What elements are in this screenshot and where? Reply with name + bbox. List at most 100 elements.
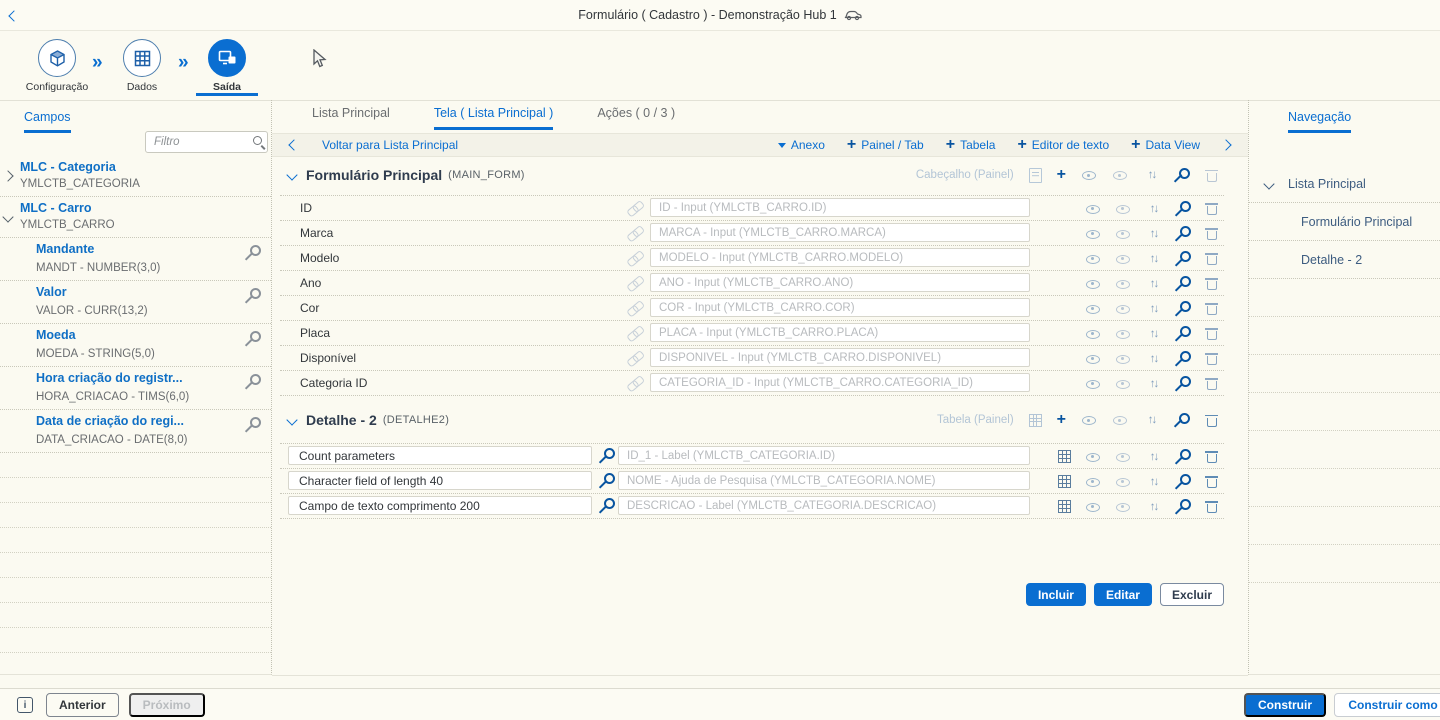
tree-field-mandante[interactable]: Mandante MANDT - NUMBER(3,0) xyxy=(0,238,271,281)
wrench-icon[interactable] xyxy=(600,473,615,488)
field-binding-input[interactable] xyxy=(650,348,1030,367)
info-icon[interactable] xyxy=(17,697,33,713)
link-icon[interactable] xyxy=(624,372,647,394)
key-icon[interactable] xyxy=(1176,474,1191,489)
visibility-icon[interactable] xyxy=(1085,377,1101,391)
move-icon[interactable] xyxy=(1145,450,1162,464)
wrench-icon[interactable] xyxy=(246,417,261,432)
move-icon[interactable] xyxy=(1145,327,1162,341)
move-icon[interactable] xyxy=(1145,352,1162,366)
visibility-alt-icon[interactable] xyxy=(1112,413,1128,427)
delete-icon[interactable] xyxy=(1205,201,1219,216)
move-icon[interactable] xyxy=(1145,302,1162,316)
key-icon[interactable] xyxy=(1176,376,1191,391)
add-editor-texto-button[interactable]: Editor de texto xyxy=(1017,138,1109,152)
add-painel-tab-button[interactable]: Painel / Tab xyxy=(847,138,924,152)
link-icon[interactable] xyxy=(624,197,647,219)
excluir-button[interactable]: Excluir xyxy=(1160,583,1224,606)
tree-node-carro[interactable]: MLC - Carro YMLCTB_CARRO xyxy=(0,197,271,238)
toolbar-back-icon[interactable] xyxy=(290,138,298,152)
visibility-icon[interactable] xyxy=(1085,475,1101,489)
table-column-icon[interactable] xyxy=(1058,450,1071,463)
visibility-icon[interactable] xyxy=(1085,352,1101,366)
tree-field-valor[interactable]: Valor VALOR - CURR(13,2) xyxy=(0,281,271,324)
key-icon[interactable] xyxy=(1176,251,1191,266)
key-icon[interactable] xyxy=(1176,499,1191,514)
move-icon[interactable] xyxy=(1145,277,1162,291)
expand-icon[interactable] xyxy=(4,169,12,183)
incluir-button[interactable]: Incluir xyxy=(1026,583,1086,606)
key-icon[interactable] xyxy=(1175,168,1190,183)
move-icon[interactable] xyxy=(1145,500,1162,514)
visibility-icon[interactable] xyxy=(1081,413,1097,427)
nav-item-lista-principal[interactable]: Lista Principal xyxy=(1249,165,1440,203)
field-binding-input[interactable] xyxy=(650,298,1030,317)
visibility-icon[interactable] xyxy=(1085,302,1101,316)
add-icon[interactable] xyxy=(1057,413,1066,427)
delete-icon[interactable] xyxy=(1205,351,1219,366)
tree-field-hora-criacao[interactable]: Hora criação do registr... HORA_CRIACAO … xyxy=(0,367,271,410)
field-binding-input[interactable] xyxy=(650,373,1030,392)
nav-item-detalhe-2[interactable]: Detalhe - 2 xyxy=(1249,241,1440,279)
field-binding-input[interactable] xyxy=(618,446,1030,465)
table-column-icon[interactable] xyxy=(1058,475,1071,488)
link-icon[interactable] xyxy=(624,222,647,244)
move-icon[interactable] xyxy=(1145,227,1162,241)
field-binding-input[interactable] xyxy=(650,198,1030,217)
back-to-list-link[interactable]: Voltar para Lista Principal xyxy=(322,138,458,152)
field-label-box[interactable]: Count parameters xyxy=(288,446,592,465)
delete-icon[interactable] xyxy=(1205,449,1219,464)
field-binding-input[interactable] xyxy=(618,471,1030,490)
editar-button[interactable]: Editar xyxy=(1094,583,1152,606)
field-binding-input[interactable] xyxy=(618,496,1030,515)
tab-tela-lista-principal[interactable]: Tela ( Lista Principal ) xyxy=(434,106,554,130)
add-tabela-button[interactable]: Tabela xyxy=(946,138,996,152)
visibility-alt-icon[interactable] xyxy=(1115,202,1131,216)
visibility-icon[interactable] xyxy=(1085,252,1101,266)
wrench-icon[interactable] xyxy=(246,288,261,303)
wrench-icon[interactable] xyxy=(600,498,615,513)
collapse-icon[interactable] xyxy=(288,168,296,182)
construir-button[interactable]: Construir xyxy=(1244,693,1326,717)
visibility-icon[interactable] xyxy=(1085,450,1101,464)
anexo-menu[interactable]: Anexo xyxy=(778,138,825,152)
add-data-view-button[interactable]: Data View xyxy=(1131,138,1200,152)
visibility-alt-icon[interactable] xyxy=(1115,352,1131,366)
move-icon[interactable] xyxy=(1145,252,1162,266)
key-icon[interactable] xyxy=(1176,276,1191,291)
add-icon[interactable] xyxy=(1057,168,1066,182)
proximo-button[interactable]: Próximo xyxy=(129,693,205,717)
collapse-icon[interactable] xyxy=(1265,177,1273,191)
search-icon[interactable] xyxy=(252,135,267,150)
visibility-alt-icon[interactable] xyxy=(1115,475,1131,489)
delete-icon[interactable] xyxy=(1205,474,1219,489)
wrench-icon[interactable] xyxy=(246,374,261,389)
key-icon[interactable] xyxy=(1176,351,1191,366)
wrench-icon[interactable] xyxy=(600,448,615,463)
visibility-alt-icon[interactable] xyxy=(1112,168,1128,182)
visibility-icon[interactable] xyxy=(1085,327,1101,341)
field-binding-input[interactable] xyxy=(650,273,1030,292)
link-icon[interactable] xyxy=(624,272,647,294)
wrench-icon[interactable] xyxy=(246,331,261,346)
tab-campos[interactable]: Campos xyxy=(24,110,71,133)
field-binding-input[interactable] xyxy=(650,323,1030,342)
delete-icon[interactable] xyxy=(1205,376,1219,391)
delete-icon[interactable] xyxy=(1205,499,1219,514)
tree-field-moeda[interactable]: Moeda MOEDA - STRING(5,0) xyxy=(0,324,271,367)
toolbar-next-icon[interactable] xyxy=(1222,138,1230,152)
collapse-icon[interactable] xyxy=(4,210,12,224)
move-icon[interactable] xyxy=(1143,413,1160,427)
step-saida[interactable]: Saída xyxy=(182,39,272,93)
delete-icon[interactable] xyxy=(1205,326,1219,341)
tab-acoes[interactable]: Ações ( 0 / 3 ) xyxy=(597,106,675,130)
construir-como-novo-button[interactable]: Construir como novo xyxy=(1334,693,1440,717)
link-icon[interactable] xyxy=(624,297,647,319)
delete-icon[interactable] xyxy=(1205,226,1219,241)
visibility-icon[interactable] xyxy=(1081,168,1097,182)
collapse-icon[interactable] xyxy=(288,413,296,427)
visibility-icon[interactable] xyxy=(1085,227,1101,241)
field-binding-input[interactable] xyxy=(650,248,1030,267)
field-label-box[interactable]: Campo de texto comprimento 200 xyxy=(288,496,592,515)
tab-lista-principal[interactable]: Lista Principal xyxy=(312,106,390,130)
